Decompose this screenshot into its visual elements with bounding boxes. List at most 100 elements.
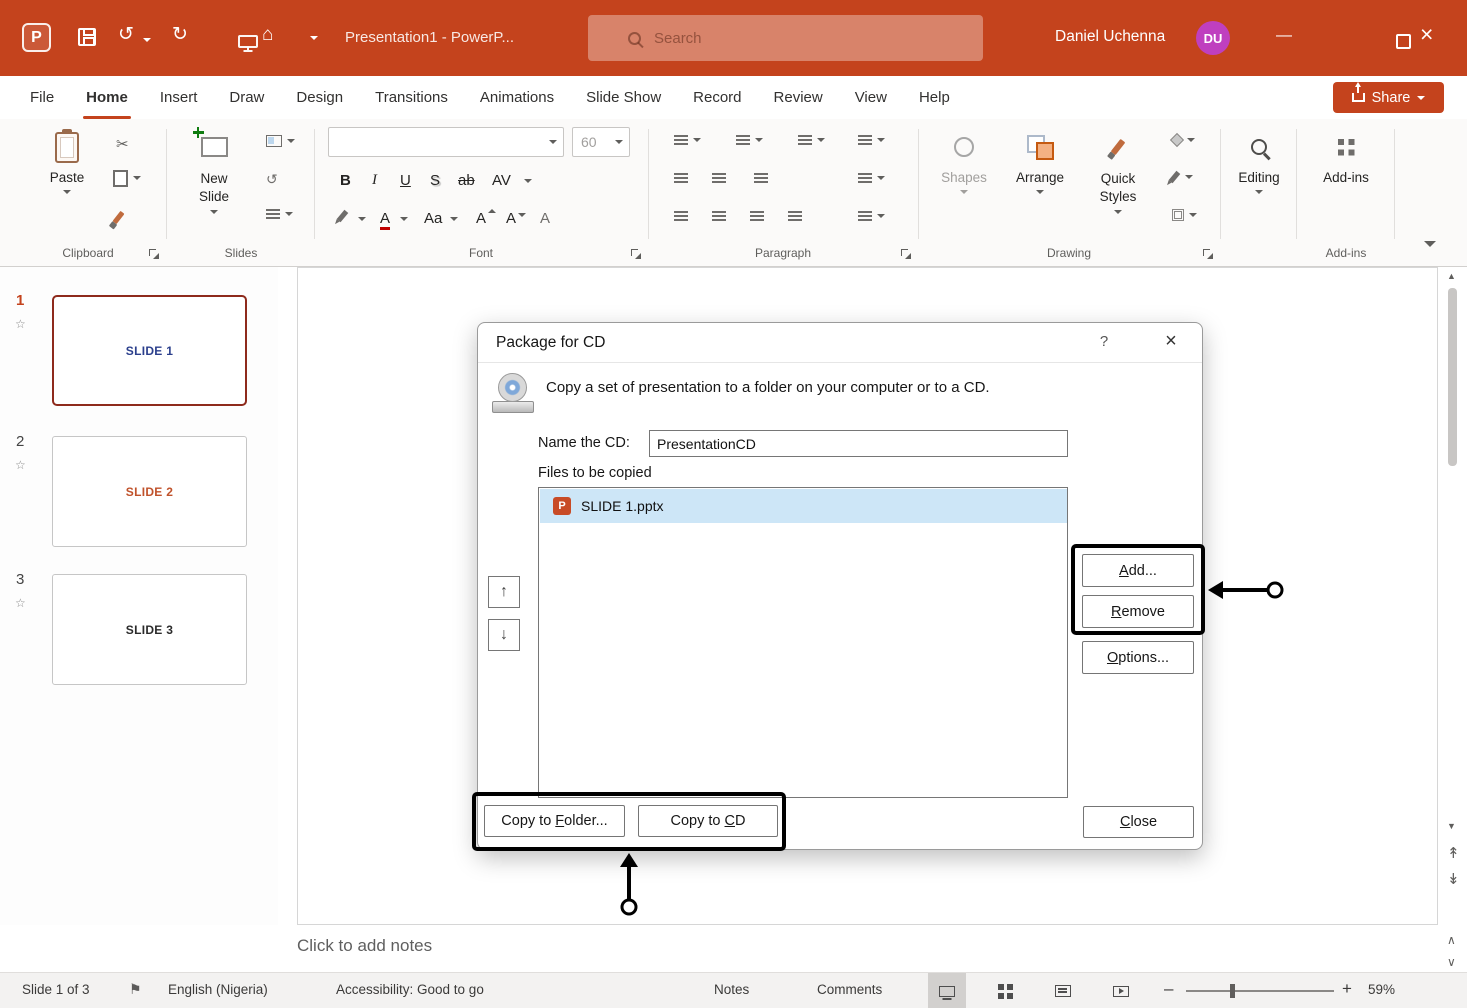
new-slide-button[interactable]: New Slide	[180, 129, 248, 214]
bullets-button[interactable]	[674, 135, 701, 145]
notes-pane[interactable]: Click to add notes	[278, 926, 1445, 972]
notes-collapse-icon[interactable]: ∨	[1447, 956, 1456, 968]
zoom-out-button[interactable]: –	[1164, 979, 1173, 999]
copy-button[interactable]	[112, 169, 141, 187]
cut-button[interactable]: ✂	[116, 135, 129, 153]
scroll-down-arrow-icon[interactable]: ▼	[1447, 822, 1456, 831]
tab-transitions[interactable]: Transitions	[359, 76, 464, 119]
tab-view[interactable]: View	[839, 76, 903, 119]
redo-icon[interactable]: ↻	[172, 25, 188, 44]
home-icon[interactable]: ⌂	[262, 25, 273, 44]
proofing-flag-icon[interactable]: ⚑	[129, 981, 142, 998]
tab-slide-show[interactable]: Slide Show	[570, 76, 677, 119]
zoom-in-button[interactable]: +	[1342, 979, 1352, 999]
align-left-button[interactable]	[674, 211, 688, 221]
text-shadow-button[interactable]: S	[430, 173, 440, 188]
accessibility-status[interactable]: Accessibility: Good to go	[336, 982, 484, 997]
collapse-ribbon-chevron-icon[interactable]	[1424, 241, 1436, 247]
increase-indent-button[interactable]	[712, 173, 726, 183]
notes-placeholder[interactable]: Click to add notes	[297, 936, 432, 956]
user-name[interactable]: Daniel Uchenna	[1055, 28, 1165, 46]
file-list-item[interactable]: P SLIDE 1.pptx	[540, 489, 1067, 523]
addins-button[interactable]: Add-ins	[1312, 129, 1380, 185]
slide-thumbnail-2[interactable]: SLIDE 2	[52, 436, 247, 547]
highlighter-icon[interactable]	[337, 210, 349, 222]
present-display-icon[interactable]	[238, 35, 258, 48]
search-input[interactable]	[588, 15, 983, 61]
reset-slide-button[interactable]: ↺	[266, 171, 278, 188]
copy-to-folder-button[interactable]: Copy to Folder...	[484, 805, 625, 837]
underline-button[interactable]: U	[400, 173, 411, 188]
normal-view-button[interactable]	[928, 973, 966, 1008]
slide-layout-button[interactable]	[266, 135, 295, 147]
format-painter-button[interactable]	[116, 211, 121, 224]
bold-button[interactable]: B	[340, 173, 351, 188]
italic-button[interactable]: I	[372, 173, 377, 188]
justify-button[interactable]	[788, 211, 802, 221]
shrink-font-button[interactable]: A	[506, 211, 516, 226]
tab-animations[interactable]: Animations	[464, 76, 570, 119]
font-color-chevron-icon[interactable]	[400, 217, 408, 221]
comments-toggle[interactable]: Comments	[817, 982, 882, 997]
decrease-indent-button[interactable]	[674, 173, 688, 183]
dialog-close-icon[interactable]: ×	[1158, 330, 1184, 353]
tab-insert[interactable]: Insert	[144, 76, 214, 119]
font-color-button[interactable]: A	[380, 211, 390, 230]
shape-effects-button[interactable]	[1172, 209, 1197, 221]
shapes-button[interactable]: Shapes	[932, 129, 996, 194]
text-direction-button[interactable]	[858, 173, 885, 183]
next-slide-button-icon[interactable]: ↡	[1447, 872, 1460, 887]
strikethrough-button[interactable]: ab	[458, 173, 475, 188]
avatar[interactable]: DU	[1196, 21, 1230, 55]
dialog-help-button[interactable]: ?	[1092, 333, 1116, 350]
font-name-combo[interactable]	[328, 127, 564, 157]
change-case-button[interactable]: Aa	[424, 211, 442, 226]
tab-draw[interactable]: Draw	[213, 76, 280, 119]
slide-sorter-view-button[interactable]	[986, 973, 1024, 1008]
add-button[interactable]: Add...	[1082, 554, 1194, 587]
shape-fill-button[interactable]	[1172, 135, 1195, 145]
clear-formatting-button[interactable]: A	[540, 211, 550, 226]
grow-font-button[interactable]: A	[476, 211, 486, 226]
dialog-header[interactable]: Package for CD ? ×	[478, 323, 1202, 363]
scroll-up-arrow-icon[interactable]: ▲	[1447, 272, 1456, 281]
undo-icon[interactable]: ↺	[118, 25, 134, 44]
tab-home[interactable]: Home	[70, 76, 144, 119]
slideshow-view-button[interactable]	[1102, 973, 1140, 1008]
columns-button[interactable]	[754, 173, 768, 183]
tab-design[interactable]: Design	[280, 76, 359, 119]
paragraph-dialog-launcher[interactable]	[901, 249, 911, 259]
change-case-chevron-icon[interactable]	[450, 217, 458, 221]
slide-thumbnail-1[interactable]: SLIDE 1	[52, 295, 247, 406]
close-dialog-button[interactable]: Close	[1083, 806, 1194, 838]
copy-to-cd-button[interactable]: Copy to CD	[638, 805, 778, 837]
options-button[interactable]: Options...	[1082, 641, 1194, 674]
quick-access-chevron-icon[interactable]	[310, 36, 318, 40]
quick-styles-button[interactable]: Quick Styles	[1080, 129, 1156, 214]
convert-to-smartart-button[interactable]	[858, 211, 885, 221]
close-button[interactable]: ×	[1420, 23, 1433, 46]
drawing-dialog-launcher[interactable]	[1203, 249, 1213, 259]
tab-review[interactable]: Review	[758, 76, 839, 119]
line-spacing-button[interactable]	[798, 135, 825, 145]
font-dialog-launcher[interactable]	[631, 249, 641, 259]
align-right-button[interactable]	[750, 211, 764, 221]
font-size-combo[interactable]: 60	[572, 127, 630, 157]
zoom-slider-thumb[interactable]	[1230, 984, 1235, 998]
move-up-button[interactable]: ↑	[488, 576, 520, 608]
section-button[interactable]	[266, 209, 293, 219]
reading-view-button[interactable]	[1044, 973, 1082, 1008]
slide-indicator[interactable]: Slide 1 of 3	[22, 982, 90, 997]
maximize-button[interactable]	[1396, 34, 1411, 49]
move-down-button[interactable]: ↓	[488, 619, 520, 651]
share-button[interactable]: Share	[1333, 82, 1444, 113]
notes-expand-icon[interactable]: ∧	[1447, 934, 1456, 946]
editing-button[interactable]: Editing	[1226, 129, 1292, 194]
tab-record[interactable]: Record	[677, 76, 757, 119]
tab-file[interactable]: File	[14, 76, 70, 119]
previous-slide-button-icon[interactable]: ↟	[1447, 846, 1460, 861]
shape-outline-button[interactable]	[1172, 171, 1193, 183]
align-center-button[interactable]	[712, 211, 726, 221]
character-spacing-chevron-icon[interactable]	[524, 179, 532, 183]
sort-button[interactable]	[858, 135, 885, 145]
